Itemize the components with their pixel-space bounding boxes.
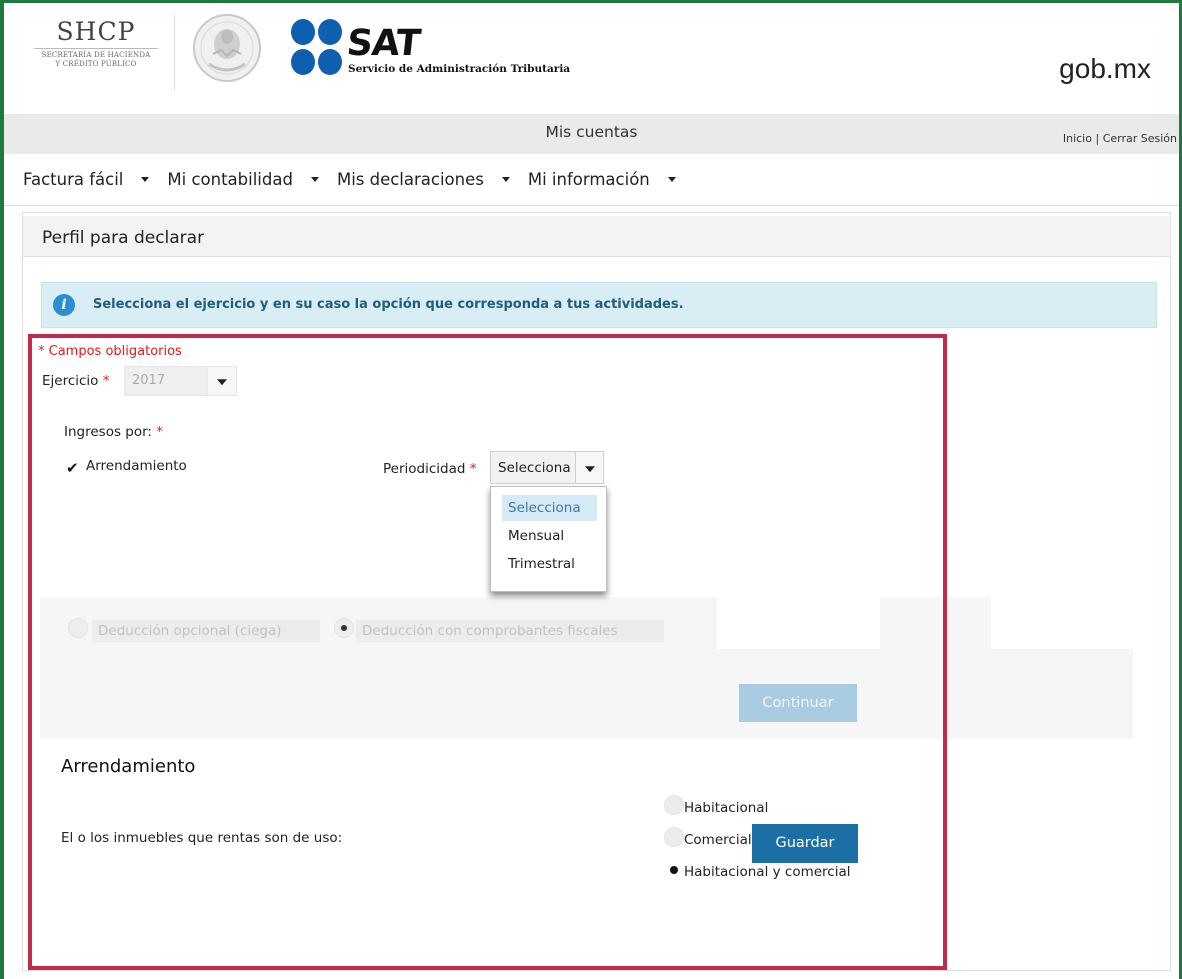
sat-logo-subtitle: Servicio de Administración Tributaria	[348, 63, 571, 75]
top-bar: Mis cuentas Inicio | Cerrar Sesión	[4, 114, 1179, 154]
uso-habitacional-label[interactable]: Habitacional	[684, 800, 768, 816]
nav-item-label: Factura fácil	[23, 170, 124, 189]
shcp-logo-subtitle-2: Y CRÉDITO PÚBLICO	[55, 60, 137, 68]
sat-logo-wordmark: SAT	[344, 23, 422, 64]
chevron-down-icon	[667, 177, 676, 182]
ingresos-label: Ingresos por: *	[64, 424, 163, 440]
national-seal-icon	[193, 14, 261, 82]
deduccion-comprobantes-radio[interactable]	[334, 618, 354, 638]
continue-button[interactable]: Continuar	[739, 684, 857, 722]
periodicidad-select-toggle[interactable]	[575, 452, 603, 483]
panel-header: Perfil para declarar	[23, 216, 1170, 257]
ejercicio-select[interactable]: 2017	[124, 366, 237, 396]
link-separator: |	[1095, 132, 1100, 145]
dropdown-option-selecciona[interactable]: Selecciona	[502, 495, 597, 521]
deduccion-opcional-label: Deducción opcional (ciega)	[92, 620, 320, 642]
uso-habitacional-comercial-radio[interactable]	[664, 860, 684, 880]
ejercicio-label-text: Ejercicio	[42, 373, 99, 389]
shcp-logo-title: SHCP	[56, 17, 136, 46]
shcp-logo-subtitle-1: SECRETARÍA DE HACIENDA	[41, 51, 151, 59]
ejercicio-label: Ejercicio *	[42, 373, 110, 389]
radio-dot	[341, 625, 347, 631]
panel-title: Perfil para declarar	[42, 228, 205, 248]
inicio-link[interactable]: Inicio	[1063, 132, 1092, 145]
nav-item-mi-contabilidad[interactable]: Mi contabilidad	[167, 170, 319, 189]
dropdown-option-trimestral[interactable]: Trimestral	[502, 551, 597, 577]
required-fields-note: * Campos obligatorios	[38, 344, 182, 359]
ingresos-label-text: Ingresos por:	[64, 424, 152, 440]
info-alert: i Selecciona el ejercicio y en su caso l…	[41, 282, 1157, 328]
required-asterisk: *	[469, 461, 477, 477]
periodicidad-label: Periodicidad *	[383, 461, 476, 477]
required-asterisk: *	[156, 424, 164, 440]
nav-item-mi-informacion[interactable]: Mi información	[528, 170, 676, 189]
arrendamiento-checkbox[interactable]: ✔	[66, 458, 86, 478]
cerrar-sesion-link[interactable]: Cerrar Sesión	[1103, 132, 1177, 145]
periodicidad-select[interactable]: Selecciona	[490, 451, 604, 484]
main-nav: Factura fácil Mi contabilidad Mis declar…	[4, 154, 1179, 206]
uso-habitacional-comercial-label[interactable]: Habitacional y comercial	[684, 864, 850, 880]
chevron-down-icon	[310, 177, 319, 182]
sat-dots-icon	[291, 19, 342, 75]
nav-item-mis-declaraciones[interactable]: Mis declaraciones	[337, 170, 510, 189]
save-button[interactable]: Guardar	[752, 824, 858, 863]
chevron-down-icon	[501, 177, 510, 182]
gob-mx-logo[interactable]: gob.mx	[1059, 53, 1151, 85]
logo-divider	[174, 15, 175, 91]
uso-question: El o los inmuebles que rentas son de uso…	[61, 830, 343, 846]
deduccion-comprobantes-label: Deducción con comprobantes fiscales	[356, 620, 664, 642]
nav-item-factura-facil[interactable]: Factura fácil	[23, 170, 150, 189]
deduccion-opcional-radio[interactable]	[68, 618, 88, 638]
nav-item-label: Mi información	[527, 170, 650, 189]
ejercicio-select-toggle[interactable]	[207, 367, 236, 395]
arrendamiento-checkbox-label[interactable]: Arrendamiento	[86, 458, 187, 474]
page-section-title: Mis cuentas	[545, 123, 638, 141]
dropdown-option-mensual[interactable]: Mensual	[502, 523, 597, 549]
uso-comercial-radio[interactable]	[664, 827, 684, 847]
required-asterisk: *	[102, 373, 110, 389]
shcp-logo-rule	[34, 48, 158, 49]
site-header: SHCP SECRETARÍA DE HACIENDA Y CRÉDITO PÚ…	[4, 3, 1179, 114]
periodicidad-select-value: Selecciona	[498, 460, 571, 476]
session-links: Inicio | Cerrar Sesión	[1063, 132, 1177, 145]
periodicidad-dropdown: Selecciona Mensual Trimestral	[490, 486, 607, 592]
sat-logo[interactable]: SAT Servicio de Administración Tributari…	[290, 17, 580, 87]
nav-item-label: Mis declaraciones	[336, 170, 484, 189]
caret-down-icon	[217, 379, 227, 386]
periodicidad-label-text: Periodicidad	[383, 461, 466, 477]
uso-comercial-label[interactable]: Comercial	[684, 832, 752, 848]
info-icon: i	[53, 294, 75, 316]
uso-habitacional-radio[interactable]	[664, 795, 684, 815]
ejercicio-select-value: 2017	[132, 373, 166, 388]
info-alert-text: Selecciona el ejercicio y en su caso la …	[93, 297, 684, 312]
checkmark-icon: ✔	[66, 459, 79, 477]
nav-item-label: Mi contabilidad	[167, 170, 293, 189]
radio-dot	[670, 866, 678, 874]
shcp-logo[interactable]: SHCP SECRETARÍA DE HACIENDA Y CRÉDITO PÚ…	[26, 17, 166, 69]
arrendamiento-section-title: Arrendamiento	[61, 756, 196, 777]
chevron-down-icon	[141, 177, 150, 182]
caret-down-icon	[584, 465, 595, 472]
